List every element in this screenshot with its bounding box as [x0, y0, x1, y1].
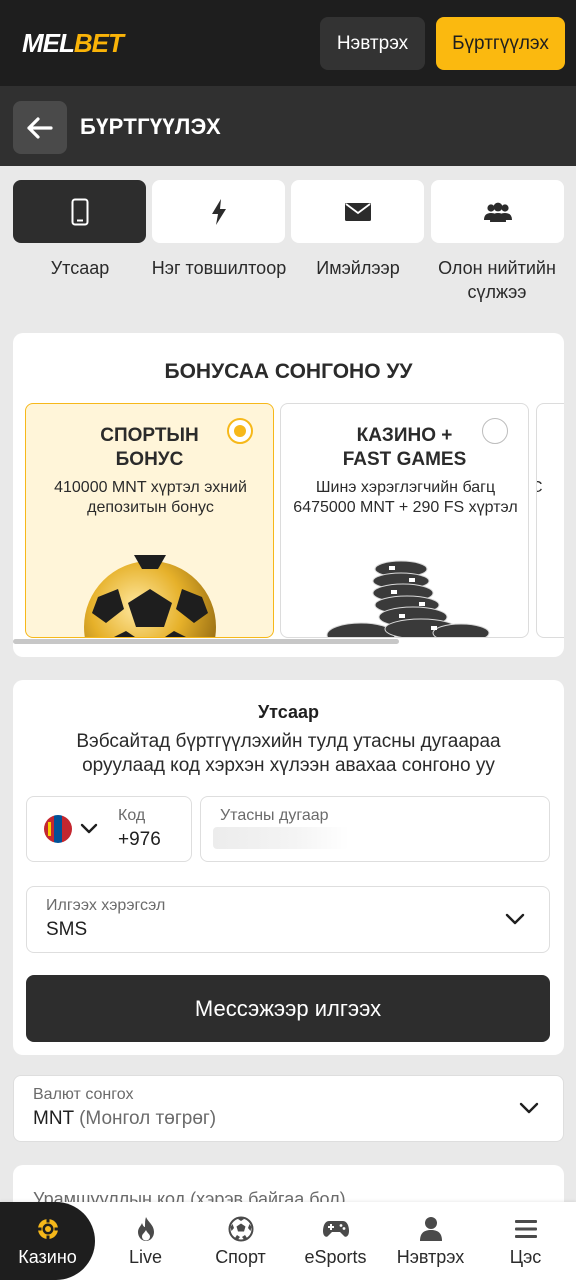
menu-icon: [514, 1220, 537, 1238]
top-bar: MELBET Нэвтрэх Бүртгүүлэх: [0, 0, 576, 86]
bonus-option-title: СПОРТЫН БОНУС: [100, 425, 199, 470]
nav-esports[interactable]: eSports: [288, 1202, 383, 1280]
phone-section-title: Утсаар: [257, 702, 320, 722]
bonus-option-desc: 410000 MNT хүртэл эхний депозитын бонус: [54, 479, 247, 516]
currency-value: MNT (Монгол төгрөг): [33, 1108, 216, 1130]
tab-email[interactable]: [291, 180, 424, 243]
casino-chip-icon: [37, 1218, 58, 1240]
arrow-left-icon: [27, 116, 53, 139]
nav-label: Спорт: [215, 1247, 266, 1267]
nav-menu[interactable]: Цэс: [478, 1202, 573, 1280]
envelope-icon: [344, 202, 371, 221]
tab-phone-label: Утсаар: [50, 258, 110, 278]
bonus-option-desc: С: [537, 478, 564, 498]
mongolia-flag-icon: [44, 815, 72, 843]
currency-select[interactable]: Валют сонгох MNT (Монгол төгрөг): [13, 1075, 564, 1142]
login-button[interactable]: Нэвтрэх: [320, 17, 425, 70]
bonus-option-partial[interactable]: С: [536, 403, 564, 638]
bottom-nav: Казино Live Спорт eSports Нэвтрэх Цэс: [0, 1202, 576, 1280]
bonus-option-sport[interactable]: СПОРТЫН БОНУС 410000 MNT хүртэл эхний де…: [25, 403, 274, 638]
currency-name: (Монгол төгрөг): [79, 1108, 217, 1129]
tab-social-label: Олон нийтийн сүлжээ: [438, 258, 556, 302]
chevron-down-icon: [519, 1102, 539, 1114]
nav-label: Live: [128, 1247, 163, 1267]
soccer-ball-icon: [228, 1216, 253, 1242]
send-method-label: Илгээх хэрэгсэл: [46, 897, 166, 914]
phone-registration-card: Утсаар Вэбсайтад бүртгүүлэхийн тулд утас…: [13, 680, 564, 1055]
nav-sport[interactable]: Спорт: [193, 1202, 288, 1280]
bonus-title: БОНУСАА СОНГОНО УУ: [164, 360, 413, 383]
tab-social[interactable]: [431, 180, 564, 243]
back-button[interactable]: [13, 101, 67, 154]
send-method-value: SMS: [46, 919, 88, 940]
bonus-option-title: КАЗИНО + FAST GAMES: [342, 425, 467, 470]
soccer-ball-image: [84, 555, 216, 637]
chevron-down-icon: [505, 913, 525, 925]
fire-icon: [137, 1217, 154, 1241]
phone-number-masked-value: [213, 827, 349, 849]
user-icon: [419, 1217, 442, 1241]
tab-one-click-label: Нэг товшилтоор: [151, 258, 287, 278]
casino-chips-image: [326, 560, 490, 637]
phone-icon: [71, 198, 88, 225]
country-code-select[interactable]: Код +976: [26, 796, 192, 862]
nav-label: eSports: [304, 1247, 367, 1267]
bonus-option-desc: Шинэ хэрэглэгчийн багц 6475000 MNT + 290…: [293, 479, 518, 516]
nav-login[interactable]: Нэвтрэх: [383, 1202, 478, 1280]
tab-one-click[interactable]: [152, 180, 285, 243]
bonus-card: БОНУСАА СОНГОНО УУ СПОРТЫН БОНУС 410000 …: [13, 333, 564, 657]
title-bar: БҮРТГҮҮЛЭХ: [0, 86, 576, 166]
currency-code: MNT: [33, 1108, 74, 1129]
nav-label: Казино: [18, 1247, 77, 1267]
nav-label: Цэс: [509, 1247, 542, 1267]
tab-email-label: Имэйлээр: [316, 258, 400, 278]
phone-section-desc: Вэбсайтад бүртгүүлэхийн тулд утасны дуга…: [76, 731, 501, 776]
register-button[interactable]: Бүртгүүлэх: [436, 17, 565, 70]
nav-live[interactable]: Live: [98, 1202, 193, 1280]
chevron-down-icon: [80, 823, 98, 834]
melbet-logo[interactable]: MELBET: [22, 28, 124, 59]
nav-casino[interactable]: Казино: [0, 1202, 95, 1280]
phone-number-input[interactable]: Утасны дугаар: [200, 796, 550, 862]
currency-label: Валют сонгох: [33, 1086, 134, 1103]
page-title: БҮРТГҮҮЛЭХ: [80, 114, 222, 139]
country-code-label: Код: [118, 807, 146, 824]
country-code-value: +976: [118, 829, 161, 850]
send-method-select[interactable]: Илгээх хэрэгсэл SMS: [26, 886, 550, 953]
phone-number-placeholder: Утасны дугаар: [220, 807, 329, 824]
tab-phone[interactable]: [13, 180, 146, 243]
bonus-option-casino[interactable]: КАЗИНО + FAST GAMES Шинэ хэрэглэгчийн ба…: [280, 403, 529, 638]
lightning-icon: [211, 198, 226, 225]
bonus-scrollbar[interactable]: [13, 639, 399, 644]
send-sms-button[interactable]: Мессэжээр илгээх: [26, 975, 550, 1042]
users-icon: [483, 202, 512, 222]
gamepad-icon: [322, 1221, 349, 1237]
nav-label: Нэвтрэх: [396, 1247, 465, 1267]
